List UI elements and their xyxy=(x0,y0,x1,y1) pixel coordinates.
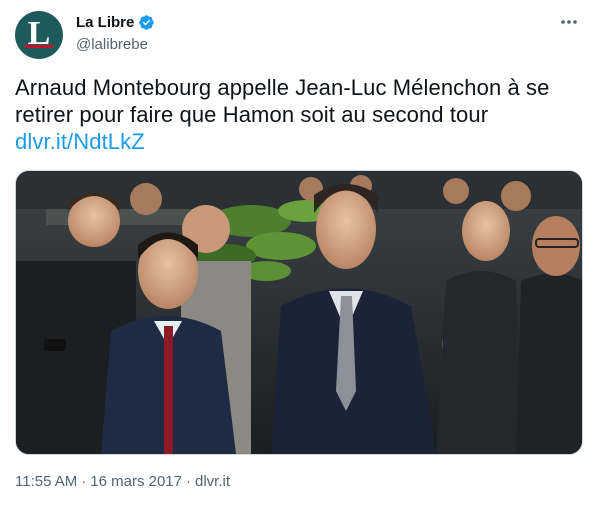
photo-crowd xyxy=(16,171,582,454)
tweet-text: Arnaud Montebourg appelle Jean-Luc Mélen… xyxy=(15,74,585,155)
tweet-source[interactable]: dlvr.it xyxy=(195,473,230,490)
tweet-body: Arnaud Montebourg appelle Jean-Luc Mélen… xyxy=(15,75,550,127)
avatar[interactable]: L xyxy=(15,11,63,59)
meta-separator: · xyxy=(186,473,191,490)
tweet-card: L La Libre @lalibrebe Arnaud Montebourg … xyxy=(0,0,601,507)
display-name[interactable]: La Libre xyxy=(76,14,134,31)
avatar-accent xyxy=(25,45,53,48)
tweet-meta: 11:55 AM · 16 mars 2017 · dlvr.it xyxy=(15,473,230,490)
tweet-date[interactable]: 16 mars 2017 xyxy=(90,473,182,490)
more-horizontal-icon xyxy=(561,20,577,24)
more-options-button[interactable] xyxy=(559,12,579,32)
tweet-link[interactable]: dlvr.it/NdtLkZ xyxy=(15,129,145,154)
verified-badge-icon xyxy=(139,15,155,30)
tweet-time[interactable]: 11:55 AM xyxy=(15,473,77,490)
meta-separator: · xyxy=(81,473,87,490)
author-handle[interactable]: @lalibrebe xyxy=(76,36,148,53)
tweet-photo[interactable] xyxy=(15,170,583,455)
author-name-row[interactable]: La Libre xyxy=(76,14,155,31)
